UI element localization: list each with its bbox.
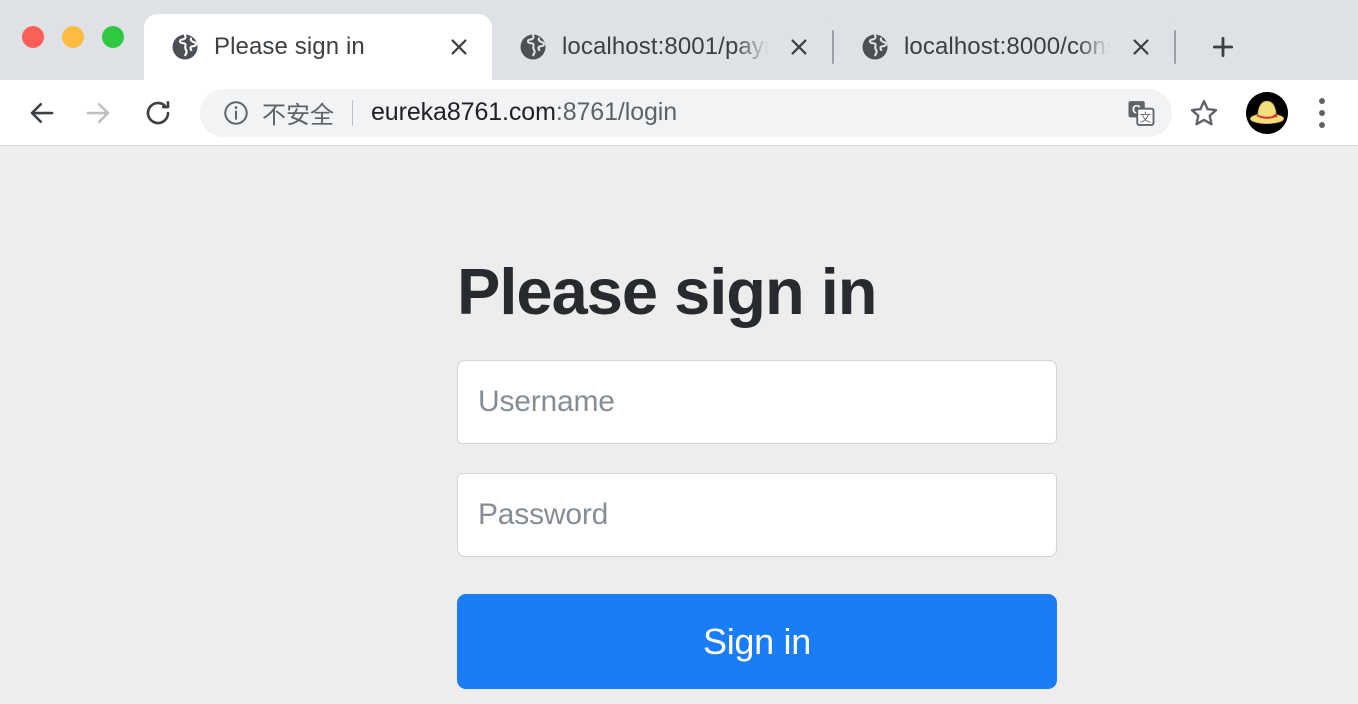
tab-title: localhost:8000/console	[904, 33, 1110, 60]
reload-button[interactable]	[134, 89, 182, 137]
url-host: eureka8761.com	[371, 98, 556, 126]
tab-separator	[1174, 30, 1176, 64]
star-icon	[1190, 99, 1218, 125]
username-field[interactable]: Username	[457, 360, 1057, 444]
avatar[interactable]	[1246, 91, 1288, 134]
url-text: eureka8761.com:8761/login	[371, 98, 1114, 127]
back-button[interactable]	[18, 89, 66, 137]
browser-window: Please sign in localhost:8001/paymen	[0, 0, 1358, 704]
menu-dot	[1319, 109, 1325, 116]
reload-icon	[146, 100, 170, 124]
bookmark-star-button[interactable]	[1180, 89, 1228, 137]
window-controls	[0, 26, 144, 80]
menu-dot	[1319, 97, 1325, 104]
plus-icon	[1212, 36, 1234, 58]
new-tab-button[interactable]	[1196, 20, 1250, 74]
browser-menu-button[interactable]	[1300, 89, 1344, 137]
omnibox-divider	[352, 99, 353, 126]
close-window-button[interactable]	[22, 26, 44, 48]
password-field[interactable]: Password	[457, 473, 1057, 557]
username-placeholder: Username	[478, 385, 615, 418]
tab-localhost-8001-payment[interactable]: localhost:8001/paymen	[492, 14, 832, 80]
close-tab-button[interactable]	[1124, 30, 1158, 64]
signin-form: Please sign in Username Password Sign in	[379, 146, 1057, 689]
tab-list: Please sign in localhost:8001/paymen	[144, 0, 1358, 80]
forward-button[interactable]	[74, 89, 122, 137]
menu-dot	[1319, 121, 1325, 128]
tab-please-sign-in[interactable]: Please sign in	[144, 14, 492, 80]
arrow-left-icon	[30, 102, 54, 123]
page-viewport: Please sign in Username Password Sign in	[0, 146, 1358, 704]
minimize-window-button[interactable]	[62, 26, 84, 48]
tab-localhost-8000-console[interactable]: localhost:8000/console	[834, 14, 1174, 80]
url-path: :8761/login	[555, 98, 678, 126]
close-tab-button[interactable]	[782, 30, 816, 64]
svg-text:文: 文	[1140, 110, 1151, 124]
password-placeholder: Password	[478, 498, 609, 531]
info-circle-icon[interactable]	[222, 99, 250, 127]
tab-title: Please sign in	[214, 33, 365, 60]
address-bar[interactable]: 不安全 eureka8761.com:8761/login G 文	[200, 88, 1172, 137]
arrow-right-icon	[86, 102, 110, 123]
globe-icon	[170, 32, 200, 62]
signin-button[interactable]: Sign in	[457, 594, 1057, 689]
browser-toolbar: 不安全 eureka8761.com:8761/login G 文	[0, 80, 1358, 146]
tab-strip: Please sign in localhost:8001/paymen	[0, 0, 1358, 80]
form-inner: Please sign in Username Password Sign in	[457, 259, 1057, 689]
page-title: Please sign in	[457, 255, 878, 328]
close-tab-button[interactable]	[442, 30, 476, 64]
tab-title: localhost:8001/paymen	[562, 33, 768, 60]
translate-icon[interactable]: G 文	[1120, 92, 1162, 134]
globe-icon	[518, 32, 548, 62]
globe-icon	[860, 32, 890, 62]
security-status-text: 不安全	[262, 102, 334, 129]
maximize-window-button[interactable]	[102, 26, 124, 48]
